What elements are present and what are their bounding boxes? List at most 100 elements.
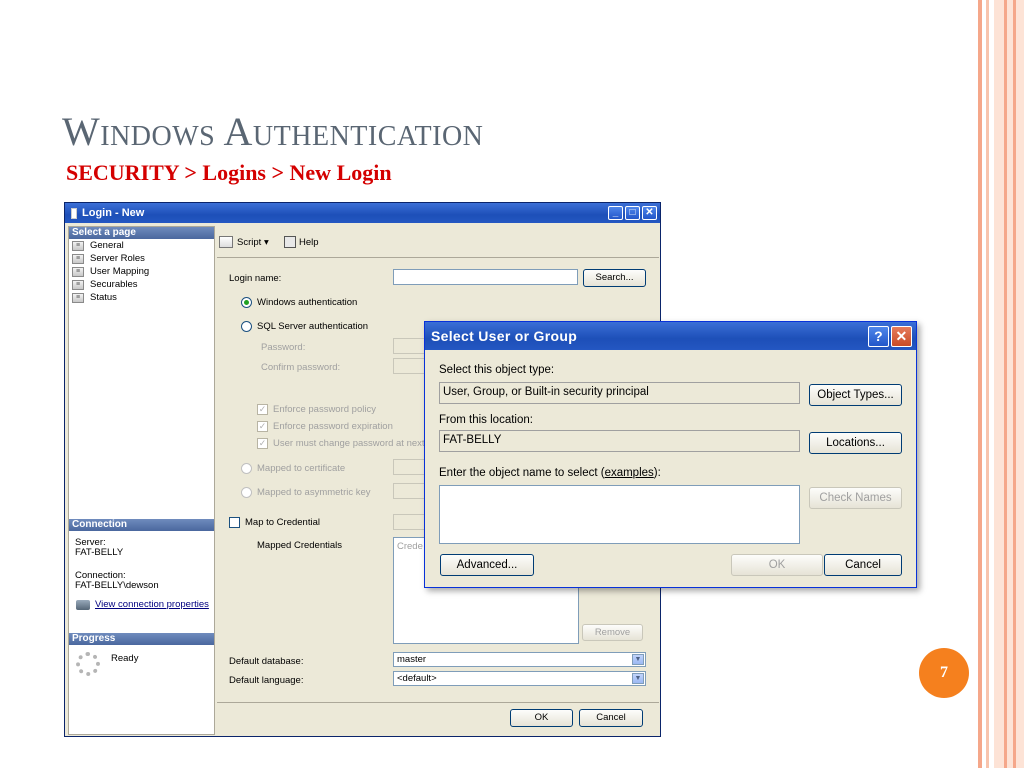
script-icon	[219, 236, 233, 248]
progress-spinner-icon	[76, 652, 100, 676]
page-item-label: Server Roles	[90, 253, 145, 264]
script-label: Script	[237, 237, 262, 248]
help-icon[interactable]: ?	[868, 325, 889, 347]
help-button[interactable]: Help	[299, 237, 319, 248]
cancel-button[interactable]: Cancel	[579, 709, 643, 727]
enter-name-suffix: ):	[653, 467, 661, 479]
examples-link[interactable]: examples	[605, 467, 654, 479]
page-item-label: User Mapping	[90, 266, 150, 277]
chevron-down-icon[interactable]: ▼	[632, 673, 644, 684]
sql-auth-label: SQL Server authentication	[257, 321, 369, 332]
enforce-expiration-checkbox[interactable]: ✓	[257, 421, 268, 432]
default-database-select[interactable]: master ▼	[393, 652, 646, 667]
view-connection-properties-link[interactable]: View connection properties	[95, 599, 209, 610]
login-name-input[interactable]	[393, 269, 578, 285]
advanced-button[interactable]: Advanced...	[440, 554, 534, 576]
page-item-label: General	[90, 240, 124, 251]
credential-column-header: Crede	[397, 541, 423, 552]
server-value: FAT-BELLY	[75, 547, 124, 558]
location-field: FAT-BELLY	[439, 430, 800, 452]
connection-value: FAT-BELLY\dewson	[75, 580, 159, 591]
close-icon[interactable]: ✕	[642, 206, 657, 220]
default-language-select[interactable]: <default> ▼	[393, 671, 646, 686]
object-type-value: User, Group, or Built-in security princi…	[443, 386, 649, 398]
must-change-checkbox[interactable]: ✓	[257, 438, 268, 449]
enter-name-label: Enter the object name to select (example…	[439, 467, 661, 479]
enter-name-text: Enter the object name to select (	[439, 467, 605, 479]
ok-button[interactable]: OK	[510, 709, 573, 727]
page-item-user-mapping[interactable]: ≡ User Mapping	[69, 265, 214, 278]
password-label: Password:	[261, 342, 306, 353]
object-name-textarea[interactable]	[439, 485, 800, 544]
mapped-credentials-label: Mapped Credentials	[257, 540, 343, 551]
sql-auth-radio[interactable]	[241, 321, 252, 332]
location-value: FAT-BELLY	[443, 434, 502, 446]
check-names-button[interactable]: Check Names	[809, 487, 902, 509]
default-language-value: <default>	[397, 673, 437, 684]
select-page-header: Select a page	[69, 227, 214, 239]
page-icon: ≡	[72, 253, 84, 264]
page-item-general[interactable]: ≡ General	[69, 239, 214, 252]
mapped-key-radio[interactable]	[241, 487, 252, 498]
page-icon: ≡	[72, 266, 84, 277]
remove-button[interactable]: Remove	[582, 624, 643, 641]
slide-title: Windows Authentication	[62, 109, 484, 154]
left-pane: Select a page ≡ General ≡ Server Roles ≡ Us…	[68, 226, 215, 735]
object-type-label: Select this object type:	[439, 364, 555, 376]
login-window-title: Login - New	[82, 207, 145, 219]
maximize-icon[interactable]: □	[625, 206, 640, 220]
script-button[interactable]: Script ▾	[237, 237, 269, 248]
location-label: From this location:	[439, 414, 533, 426]
decorative-stripe	[1004, 0, 1007, 768]
page-item-securables[interactable]: ≡ Securables	[69, 278, 214, 291]
progress-header: Progress	[69, 633, 214, 645]
page-number-badge: 7	[919, 648, 969, 698]
select-user-titlebar[interactable]: Select User or Group ? ✕	[425, 322, 916, 350]
properties-icon	[76, 600, 90, 610]
default-database-label: Default database:	[229, 656, 304, 667]
minimize-icon[interactable]: _	[608, 206, 623, 220]
windows-auth-label: Windows authentication	[257, 297, 358, 308]
cancel-button[interactable]: Cancel	[824, 554, 902, 576]
page-icon: ≡	[72, 240, 84, 251]
help-icon	[284, 236, 296, 248]
window-icon	[71, 207, 77, 219]
slide-subtitle: SECURITY > Logins > New Login	[66, 160, 392, 185]
object-type-field: User, Group, or Built-in security princi…	[439, 382, 800, 404]
connection-header: Connection	[69, 519, 214, 531]
confirm-password-label: Confirm password:	[261, 362, 341, 373]
decorative-stripe	[994, 0, 1024, 768]
page-item-status[interactable]: ≡ Status	[69, 291, 214, 304]
footer-divider	[217, 702, 659, 703]
default-language-label: Default language:	[229, 675, 304, 686]
mapped-cert-label: Mapped to certificate	[257, 463, 346, 474]
page-icon: ≡	[72, 292, 84, 303]
locations-button[interactable]: Locations...	[809, 432, 902, 454]
enforce-expiration-label: Enforce password expiration	[273, 421, 393, 432]
decorative-stripe	[1013, 0, 1016, 768]
page-item-server-roles[interactable]: ≡ Server Roles	[69, 252, 214, 265]
select-user-dialog: Select User or Group ? ✕ Select this obj…	[424, 321, 917, 588]
page-item-label: Status	[90, 292, 117, 303]
windows-auth-radio[interactable]	[241, 297, 252, 308]
enforce-policy-checkbox[interactable]: ✓	[257, 404, 268, 415]
login-name-label: Login name:	[229, 273, 282, 284]
dropdown-arrow-icon[interactable]: ▾	[264, 237, 269, 248]
object-types-button[interactable]: Object Types...	[809, 384, 902, 406]
map-credential-checkbox[interactable]	[229, 517, 240, 528]
mapped-key-label: Mapped to asymmetric key	[257, 487, 371, 498]
close-icon[interactable]: ✕	[891, 325, 912, 347]
default-database-value: master	[397, 654, 427, 665]
login-window-titlebar[interactable]: Login - New _ □ ✕	[65, 203, 660, 223]
progress-status: Ready	[111, 653, 139, 664]
page-item-label: Securables	[90, 279, 138, 290]
mapped-cert-radio[interactable]	[241, 463, 252, 474]
select-user-title: Select User or Group	[431, 328, 578, 344]
search-button[interactable]: Search...	[583, 269, 646, 287]
decorative-stripe	[986, 0, 989, 768]
toolbar-divider	[217, 257, 659, 258]
enforce-policy-label: Enforce password policy	[273, 404, 376, 415]
ok-button[interactable]: OK	[731, 554, 823, 576]
decorative-stripe	[978, 0, 982, 768]
chevron-down-icon[interactable]: ▼	[632, 654, 644, 665]
